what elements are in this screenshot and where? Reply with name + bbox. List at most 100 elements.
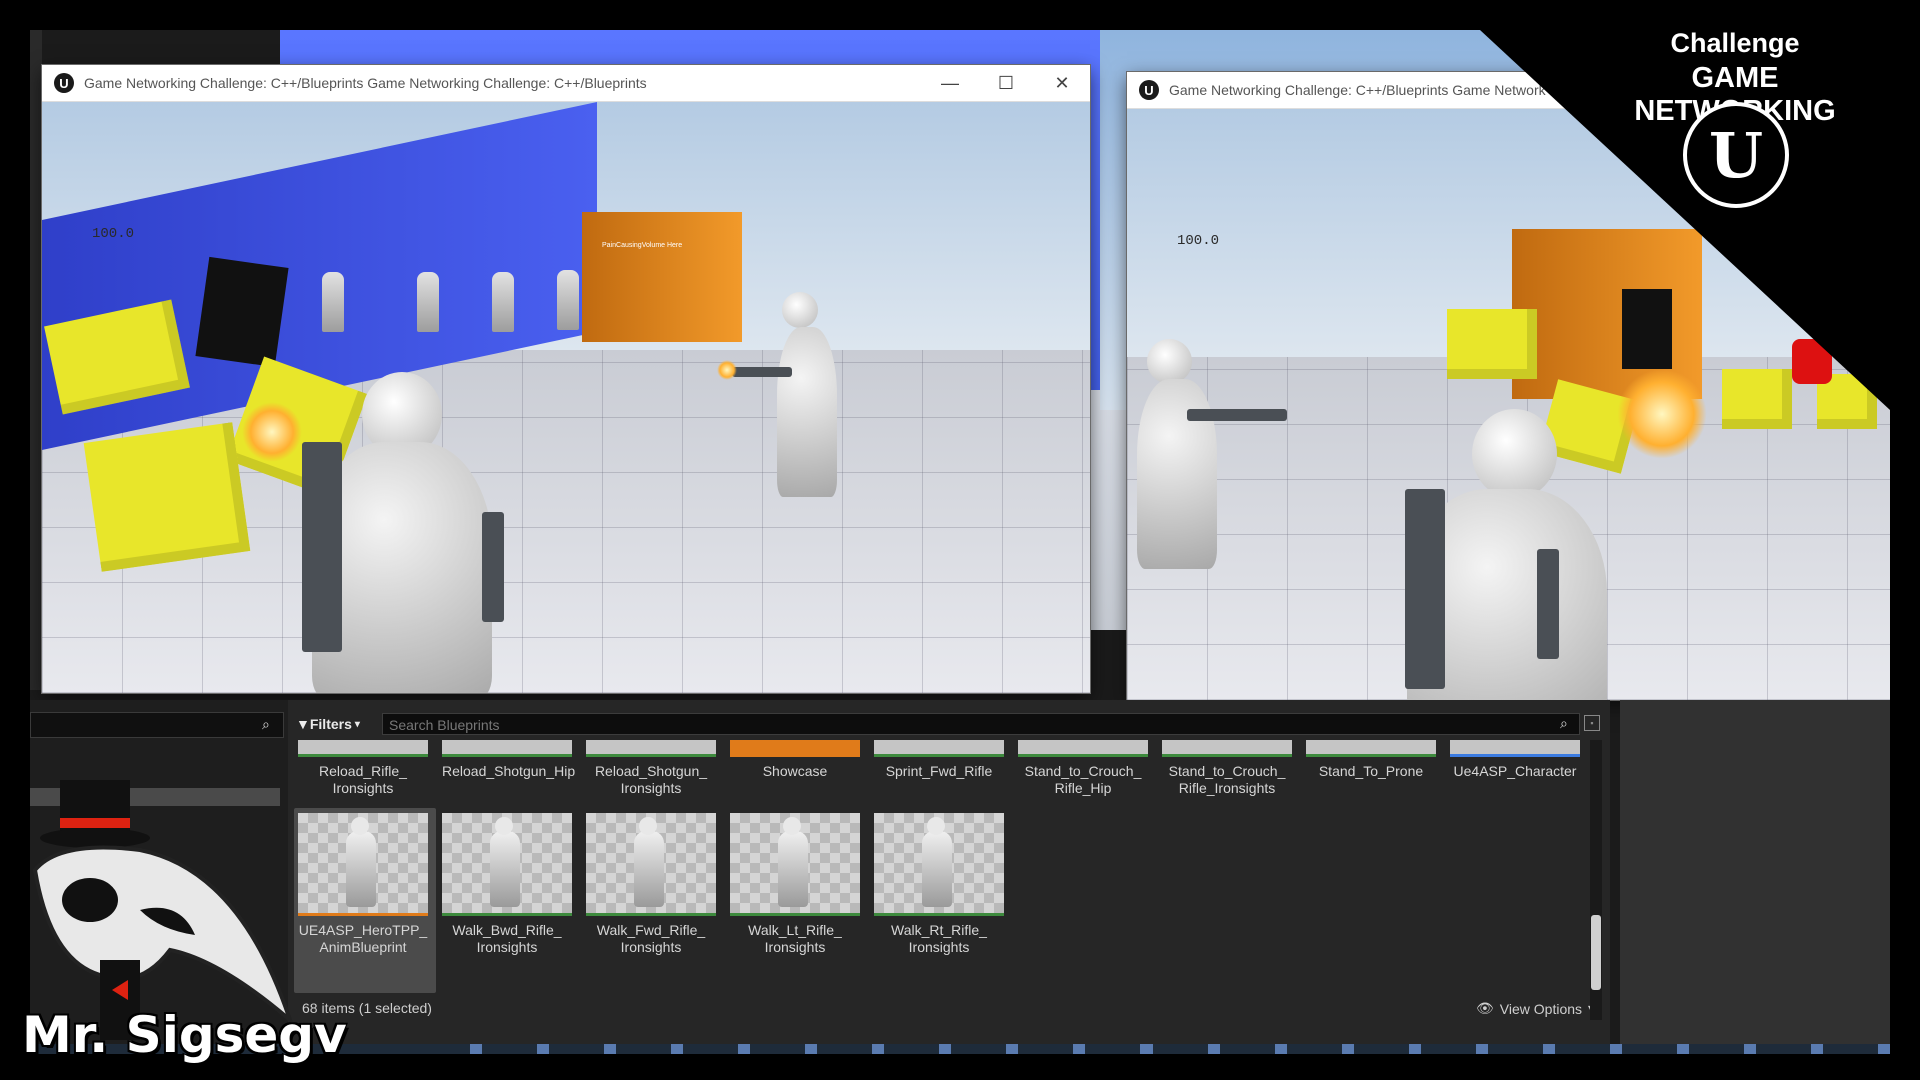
mannequin-thumbnail-figure [634, 817, 664, 907]
asset-tile[interactable]: Walk_Fwd_Rifle_ Ironsights [586, 813, 716, 956]
asset-grid-top-row: Reload_Rifle_ Ironsights Reload_Shotgun_Hi… [298, 740, 1588, 810]
explosion-flash [1617, 369, 1707, 459]
taskbar-app-icon[interactable] [738, 1044, 751, 1054]
enemy-character [1137, 379, 1217, 569]
asset-tile-selected[interactable]: UE4ASP_HeroTPP_ AnimBlueprint [298, 813, 428, 956]
view-options-button[interactable]: 👁 View Options ▾ [1476, 1000, 1593, 1017]
taskbar-app-icon[interactable] [805, 1044, 818, 1054]
taskbar-app-icon[interactable] [939, 1044, 952, 1054]
taskbar-app-icon[interactable] [671, 1044, 684, 1054]
taskbar-app-icon[interactable] [1475, 1044, 1488, 1054]
taskbar-app-icon[interactable] [872, 1044, 885, 1054]
maximize-button[interactable]: ☐ [978, 65, 1034, 101]
unreal-app-icon: U [1139, 80, 1159, 100]
taskbar-app-icon[interactable] [1073, 1044, 1086, 1054]
author-name: Mr. Sigsegv [22, 1006, 347, 1064]
asset-thumbnail [730, 813, 860, 916]
hat-brim [40, 828, 150, 848]
filters-button[interactable]: ▼ Filters ▾ [296, 712, 360, 736]
window-2-title: Game Networking Challenge: C++/Blueprint… [1169, 82, 1546, 98]
asset-grid-bottom-row: UE4ASP_HeroTPP_ AnimBlueprint Walk_Bwd_Rif… [298, 813, 1588, 993]
orange-wall: PainCausingVolume Here [582, 212, 742, 342]
taskbar-app-icon[interactable] [1877, 1044, 1891, 1054]
health-readout: 100.0 [1177, 233, 1220, 249]
frame-border [1890, 0, 1920, 1080]
black-cube [1622, 289, 1672, 369]
asset-tile[interactable]: Stand_to_Crouch_ Rifle_Hip [1018, 740, 1148, 797]
target-dummy [417, 272, 439, 332]
asset-tile[interactable]: Ue4ASP_Character [1450, 740, 1580, 780]
asset-thumbnail [1306, 740, 1436, 757]
asset-tile[interactable]: Sprint_Fwd_Rifle [874, 740, 1004, 780]
yellow-cube [1722, 369, 1792, 429]
blueprint-search-input[interactable]: Search Blueprints [382, 713, 1580, 735]
asset-label: Reload_Rifle_ [319, 763, 407, 779]
asset-label-line2: Rifle_Hip [1054, 780, 1112, 796]
enemy-rifle [732, 367, 792, 377]
taskbar-app-icon[interactable] [470, 1044, 483, 1054]
taskbar-app-icon[interactable] [1676, 1044, 1689, 1054]
taskbar-app-icon[interactable] [1207, 1044, 1220, 1054]
frame-border [0, 0, 1920, 30]
player-backpack [1405, 489, 1445, 689]
taskbar-app-icon[interactable] [1140, 1044, 1153, 1054]
asset-thumbnail [586, 740, 716, 757]
asset-label: Reload_Shotgun_ [594, 763, 708, 779]
editor-left-toolbar [30, 30, 42, 690]
asset-tile[interactable]: Reload_Shotgun_ Ironsights [586, 740, 716, 797]
asset-tile[interactable]: Reload_Shotgun_Hip [442, 740, 575, 780]
hat-band [60, 818, 130, 828]
search-icon[interactable]: ⌕ [1560, 715, 1568, 732]
asset-label: Ue4ASP_Character [1453, 763, 1577, 779]
asset-thumbnail [298, 740, 428, 757]
asset-label: UE4ASP_HeroTPP_ [298, 922, 428, 938]
asset-label-line2: Rifle_Ironsights [1178, 780, 1276, 796]
asset-label: Walk_Fwd_Rifle_ [596, 922, 706, 938]
chevron-down-icon: ▾ [354, 718, 360, 730]
black-cube [195, 256, 289, 368]
volume-label: PainCausingVolume Here [602, 242, 683, 249]
asset-tile[interactable]: Walk_Rt_Rifle_ Ironsights [874, 813, 1004, 956]
asset-label: Stand_to_Crouch_ [1024, 763, 1142, 779]
asset-tile[interactable]: Walk_Lt_Rifle_ Ironsights [730, 813, 860, 956]
search-icon[interactable]: ⌕ [262, 716, 270, 733]
sources-search-input[interactable] [30, 712, 284, 738]
muzzle-flash [717, 360, 737, 380]
taskbar-app-icon[interactable] [1609, 1044, 1622, 1054]
taskbar-app-icon[interactable] [1542, 1044, 1555, 1054]
taskbar-app-icon[interactable] [1274, 1044, 1287, 1054]
asset-thumbnail [298, 813, 428, 916]
asset-tile[interactable]: Stand_to_Crouch_ Rifle_Ironsights [1162, 740, 1292, 797]
game-window-1[interactable]: U Game Networking Challenge: C++/Bluepri… [42, 65, 1090, 693]
taskbar-app-icon[interactable] [1810, 1044, 1823, 1054]
save-search-icon[interactable]: ▪ [1584, 715, 1600, 731]
taskbar-app-icon[interactable] [537, 1044, 550, 1054]
asset-tile[interactable]: Reload_Rifle_ Ironsights [298, 740, 428, 797]
player-rifle [1537, 549, 1559, 659]
view-options-label: View Options [1499, 1000, 1583, 1017]
asset-scrollbar-thumb[interactable] [1591, 915, 1601, 990]
details-panel [1620, 700, 1890, 1045]
asset-tile[interactable]: Walk_Bwd_Rifle_ Ironsights [442, 813, 572, 956]
banner-title: Challenge [1670, 28, 1800, 58]
impact-flash [242, 402, 302, 462]
taskbar-app-icon[interactable] [1408, 1044, 1421, 1054]
enemy-head [782, 292, 818, 328]
taskbar-app-icon[interactable] [604, 1044, 617, 1054]
mannequin-thumbnail-figure [922, 817, 952, 907]
minimize-button[interactable]: — [922, 65, 978, 101]
taskbar-app-icon[interactable] [1743, 1044, 1756, 1054]
close-button[interactable]: ✕ [1034, 65, 1090, 101]
taskbar-app-icon[interactable] [1341, 1044, 1354, 1054]
asset-tile[interactable]: Showcase [730, 740, 860, 780]
unreal-engine-logo: U [1683, 102, 1789, 208]
taskbar-app-icon[interactable] [1006, 1044, 1019, 1054]
enemy-head [1147, 339, 1192, 384]
asset-label-line2: Ironsights [332, 780, 394, 796]
yellow-cube [83, 422, 251, 572]
game-viewport-1[interactable]: PainCausingVolume Here 100.0 [42, 102, 1090, 693]
asset-tile[interactable]: Stand_To_Prone [1306, 740, 1436, 780]
window-1-titlebar[interactable]: U Game Networking Challenge: C++/Bluepri… [42, 65, 1090, 102]
eye-icon: 👁 [1476, 1000, 1494, 1016]
eye-socket [62, 878, 118, 922]
